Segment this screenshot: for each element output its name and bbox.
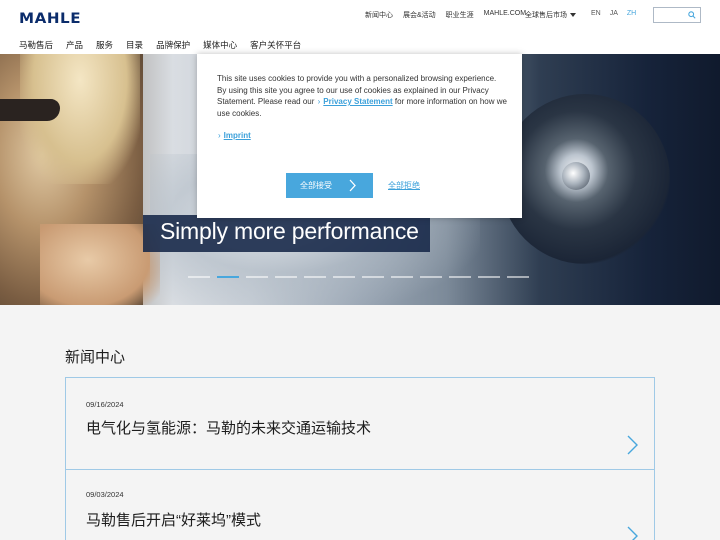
privacy-statement-link[interactable]: Privacy Statement <box>323 97 392 106</box>
imprint-link-label: Imprint <box>223 131 251 140</box>
chevron-right-icon: › <box>218 131 221 140</box>
cookie-consent-dialog: This site uses cookies to provide you wi… <box>197 54 522 218</box>
accept-all-label: 全部接受 <box>300 181 332 190</box>
cookie-overlay: This site uses cookies to provide you wi… <box>0 0 720 540</box>
reject-all-link[interactable]: 全部拒绝 <box>388 180 420 191</box>
chevron-right-icon: › <box>317 97 321 106</box>
accept-all-button[interactable]: 全部接受 <box>286 173 373 198</box>
imprint-link[interactable]: › Imprint <box>217 131 251 140</box>
chevron-right-icon <box>349 179 356 192</box>
cookie-message: This site uses cookies to provide you wi… <box>217 73 507 119</box>
